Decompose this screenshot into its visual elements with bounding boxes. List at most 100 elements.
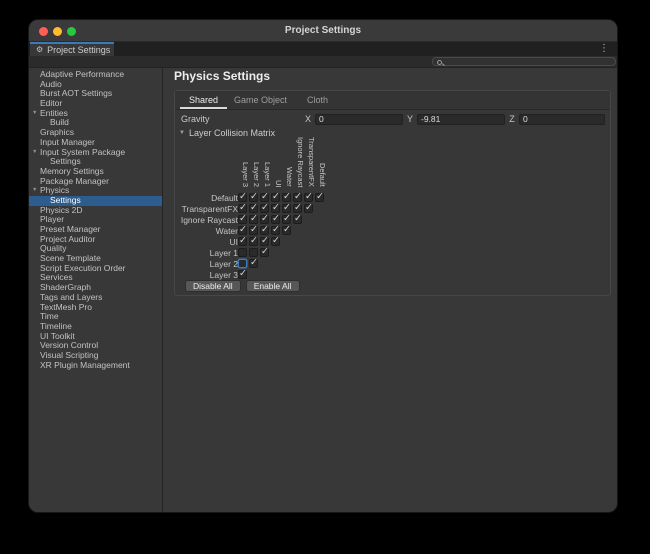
collision-checkbox[interactable]: ✓ <box>282 193 291 202</box>
collision-checkbox[interactable]: ✓ <box>271 193 280 202</box>
checkmark-icon: ✓ <box>250 224 258 235</box>
collision-checkbox[interactable]: ✓ <box>260 248 269 257</box>
checkmark-icon: ✓ <box>283 202 291 213</box>
collision-checkbox[interactable]: ✓ <box>249 226 258 235</box>
matrix-row-label: Layer 3 <box>175 270 238 280</box>
collision-checkbox[interactable]: ✓ <box>238 215 247 224</box>
foldout-arrow-icon[interactable]: ▼ <box>32 109 37 119</box>
collision-checkbox[interactable]: ✓ <box>271 237 280 246</box>
checkmark-icon: ✓ <box>272 213 280 224</box>
kebab-menu-icon[interactable]: ⋮ <box>599 42 609 56</box>
editor-tab-label: Project Settings <box>47 45 110 55</box>
matrix-column-headers: Layer 3Layer 2Layer 1UIWaterIgnore Rayca… <box>240 137 328 187</box>
sidebar-item-label: Physics 2D <box>40 205 83 215</box>
search-input[interactable] <box>443 58 613 65</box>
tab-game-object[interactable]: Game Object <box>232 91 289 109</box>
gravity-y-field[interactable]: -9.81 <box>417 114 505 125</box>
checkmark-icon: ✓ <box>272 224 280 235</box>
sidebar-item-label: Audio <box>40 79 62 89</box>
search-field[interactable] <box>432 57 616 66</box>
gravity-y-group: Y -9.81 <box>407 113 505 125</box>
sidebar-item-label: Entities <box>40 108 68 118</box>
foldout-arrow-icon[interactable]: ▼ <box>32 186 37 196</box>
sidebar-item-label: Input Manager <box>40 137 95 147</box>
matrix-column-label: TransparentFX <box>306 137 317 187</box>
disable-all-button[interactable]: Disable All <box>185 280 241 292</box>
collision-checkbox[interactable]: ✓ <box>238 237 247 246</box>
collision-checkbox[interactable]: ✓ <box>260 193 269 202</box>
checkmark-icon: ✓ <box>250 191 258 202</box>
matrix-column-label: Ignore Raycast <box>295 137 306 187</box>
sidebar-item-label: Settings <box>50 195 81 205</box>
sidebar-item-physics[interactable]: ▼Physics <box>29 186 162 196</box>
collision-checkbox[interactable]: ✓ <box>271 226 280 235</box>
collision-checkbox[interactable] <box>249 248 258 257</box>
matrix-column-header-ui: UI <box>273 137 284 187</box>
tab-shared[interactable]: Shared <box>175 91 232 109</box>
matrix-row-label: Water <box>175 226 238 236</box>
collision-checkbox[interactable]: ✓ <box>260 226 269 235</box>
settings-tab-strip: SharedGame ObjectCloth <box>175 91 610 110</box>
collision-checkbox[interactable]: ✓ <box>260 215 269 224</box>
sidebar-item-input-system-package[interactable]: ▼Input System Package <box>29 148 162 158</box>
matrix-rows: Default✓✓✓✓✓✓✓✓TransparentFX✓✓✓✓✓✓✓Ignor… <box>175 192 326 280</box>
tab-project-settings[interactable]: ⚙ Project Settings <box>30 42 114 56</box>
gravity-label: Gravity <box>181 113 210 125</box>
collision-checkbox[interactable]: ✓ <box>238 204 247 213</box>
editor-tab-bar: ⚙ Project Settings ⋮ <box>29 42 617 56</box>
collision-checkbox[interactable]: ✓ <box>271 215 280 224</box>
sidebar-item-entities[interactable]: ▼Entities <box>29 109 162 119</box>
enable-all-button[interactable]: Enable All <box>246 280 300 292</box>
collision-checkbox[interactable]: ✓ <box>293 193 302 202</box>
matrix-row-ui: UI✓✓✓✓ <box>175 236 326 247</box>
gravity-z-field[interactable]: 0 <box>519 114 605 125</box>
matrix-row-layer-2: Layer 2 ✓ <box>175 258 326 269</box>
collision-checkbox[interactable]: ✓ <box>238 193 247 202</box>
foldout-arrow-icon[interactable]: ▼ <box>32 148 37 158</box>
collision-checkbox[interactable]: ✓ <box>315 193 324 202</box>
checkmark-icon: ✓ <box>294 213 302 224</box>
matrix-buttons: Disable All Enable All <box>185 280 300 292</box>
collision-checkbox[interactable]: ✓ <box>249 215 258 224</box>
matrix-row-layer-3: Layer 3✓ <box>175 269 326 280</box>
checkmark-icon: ✓ <box>250 235 258 246</box>
collision-checkbox[interactable]: ✓ <box>282 204 291 213</box>
collision-checkbox[interactable]: ✓ <box>293 215 302 224</box>
sidebar-item-label: XR Plugin Management <box>40 360 130 370</box>
collision-checkbox[interactable]: ✓ <box>282 215 291 224</box>
collision-checkbox[interactable]: ✓ <box>304 193 313 202</box>
collision-checkbox[interactable]: ✓ <box>304 204 313 213</box>
collision-checkbox[interactable] <box>238 259 247 268</box>
tab-cloth[interactable]: Cloth <box>289 91 346 109</box>
sidebar-item-label: Time <box>40 311 59 321</box>
checkmark-icon: ✓ <box>239 213 247 224</box>
collision-checkbox[interactable]: ✓ <box>238 270 247 279</box>
gravity-x-field[interactable]: 0 <box>315 114 403 125</box>
sidebar-item-label: Editor <box>40 98 62 108</box>
collision-checkbox[interactable]: ✓ <box>260 237 269 246</box>
collision-checkbox[interactable]: ✓ <box>238 226 247 235</box>
collision-checkbox[interactable]: ✓ <box>260 204 269 213</box>
collision-checkbox[interactable]: ✓ <box>249 237 258 246</box>
matrix-row-label: Layer 1 <box>175 248 238 258</box>
collision-checkbox[interactable]: ✓ <box>249 259 258 268</box>
sidebar-item-xr-plugin-management[interactable]: XR Plugin Management <box>29 361 162 371</box>
checkmark-icon: ✓ <box>239 235 247 246</box>
collision-checkbox[interactable]: ✓ <box>249 204 258 213</box>
matrix-column-header-layer-2: Layer 2 <box>251 137 262 187</box>
checkmark-icon: ✓ <box>283 191 291 202</box>
foldout-arrow-icon: ▼ <box>179 130 185 136</box>
collision-checkbox[interactable]: ✓ <box>271 204 280 213</box>
checkmark-icon: ✓ <box>294 202 302 213</box>
sidebar-item-label: Adaptive Performance <box>40 69 124 79</box>
checkmark-icon: ✓ <box>250 257 258 268</box>
collision-checkbox[interactable] <box>238 248 247 257</box>
collision-checkbox[interactable]: ✓ <box>249 193 258 202</box>
axis-x-label: X <box>305 114 311 124</box>
checkmark-icon: ✓ <box>261 213 269 224</box>
collision-checkbox[interactable]: ✓ <box>293 204 302 213</box>
sidebar-item-label: Physics <box>40 185 69 195</box>
sidebar-item-label: Package Manager <box>40 176 109 186</box>
collision-checkbox[interactable]: ✓ <box>282 226 291 235</box>
matrix-row-label: Layer 2 <box>175 259 238 269</box>
